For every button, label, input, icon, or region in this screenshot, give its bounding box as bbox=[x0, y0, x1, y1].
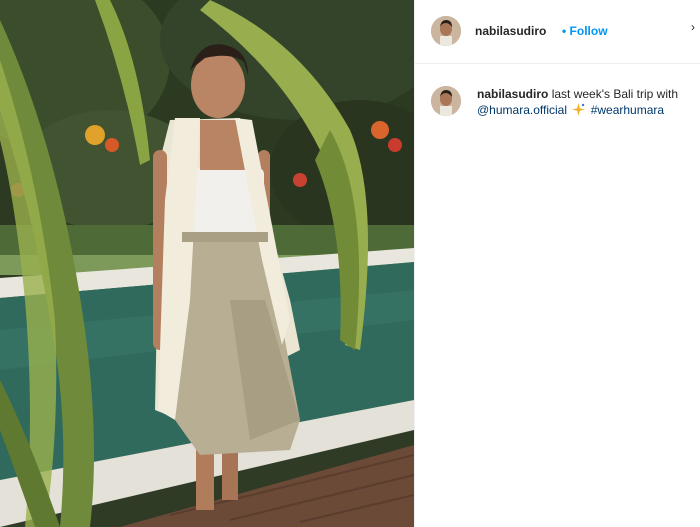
caption-body: last week's Bali trip with bbox=[551, 87, 679, 101]
avatar[interactable] bbox=[431, 16, 461, 46]
hashtag-link[interactable]: #wearhumara bbox=[591, 103, 664, 117]
post-header: nabilasudiro • Follow › bbox=[415, 0, 700, 64]
post-photo[interactable] bbox=[0, 0, 414, 527]
caption-avatar[interactable] bbox=[431, 86, 461, 116]
mention-link[interactable]: @humara.official bbox=[477, 103, 567, 117]
follow-button[interactable]: • Follow bbox=[562, 24, 608, 38]
sparkle-emoji-icon bbox=[572, 103, 586, 120]
chevron-icon[interactable]: › bbox=[691, 20, 695, 34]
caption-username-link[interactable]: nabilasudiro bbox=[477, 87, 548, 101]
username-link[interactable]: nabilasudiro bbox=[475, 24, 546, 38]
follow-label: Follow bbox=[569, 24, 608, 38]
caption-text: nabilasudiro last week's Bali trip with … bbox=[477, 86, 697, 120]
post-image bbox=[0, 0, 414, 527]
post-sidebar: nabilasudiro • Follow › nabilasudiro las… bbox=[414, 0, 700, 527]
separator: • bbox=[562, 24, 567, 38]
